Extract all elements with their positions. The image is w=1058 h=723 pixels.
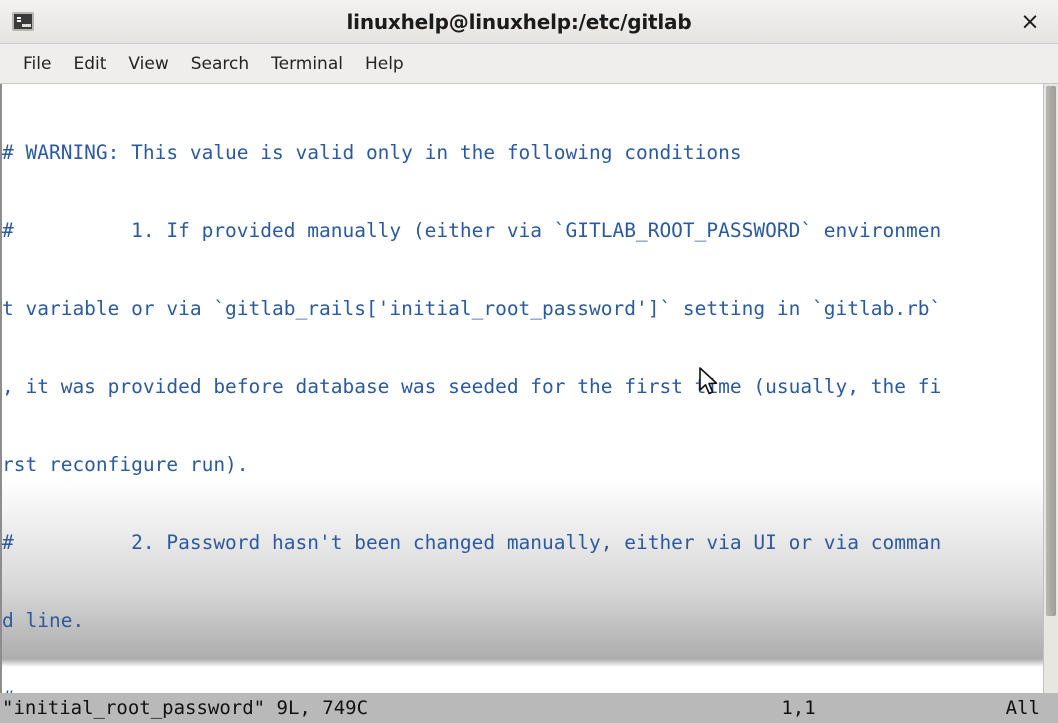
status-file-info: "initial_root_password" 9L, 749C	[2, 697, 369, 719]
menu-item-terminal[interactable]: Terminal	[260, 50, 354, 78]
scrollbar-thumb[interactable]	[1046, 86, 1056, 616]
terminal-line: t variable or via `gitlab_rails['initial…	[2, 297, 942, 320]
terminal-content[interactable]: # WARNING: This value is valid only in t…	[0, 84, 1058, 723]
status-scroll-scope: All	[1005, 697, 1040, 719]
close-icon[interactable]: ×	[1002, 9, 1058, 35]
terminal-line: d line.	[2, 609, 85, 632]
terminal-viewport[interactable]: # WARNING: This value is valid only in t…	[0, 84, 1058, 723]
menu-item-search[interactable]: Search	[180, 50, 260, 78]
menu-bar: File Edit View Search Terminal Help	[0, 44, 1058, 84]
title-bar: linuxhelp@linuxhelp:/etc/gitlab ×	[0, 0, 1058, 44]
vim-status-bar: "initial_root_password" 9L, 749C 1,1 All	[0, 693, 1058, 723]
terminal-line: # 1. If provided manually (either via `G…	[2, 219, 942, 242]
window-icon-container	[0, 12, 46, 31]
terminal-line: # WARNING: This value is valid only in t…	[2, 141, 742, 164]
window-title: linuxhelp@linuxhelp:/etc/gitlab	[346, 9, 692, 34]
terminal-icon	[12, 12, 34, 31]
terminal-line: # 2. Password hasn't been changed manual…	[2, 531, 942, 554]
menu-item-edit[interactable]: Edit	[62, 50, 117, 78]
vertical-scrollbar[interactable]	[1043, 84, 1058, 723]
menu-item-view[interactable]: View	[117, 50, 179, 78]
terminal-window: linuxhelp@linuxhelp:/etc/gitlab × File E…	[0, 0, 1058, 723]
terminal-line: rst reconfigure run).	[2, 453, 249, 476]
menu-item-file[interactable]: File	[12, 50, 62, 78]
status-cursor-position: 1,1	[781, 697, 816, 719]
menu-item-help[interactable]: Help	[354, 50, 415, 78]
terminal-line: , it was provided before database was se…	[2, 375, 942, 398]
